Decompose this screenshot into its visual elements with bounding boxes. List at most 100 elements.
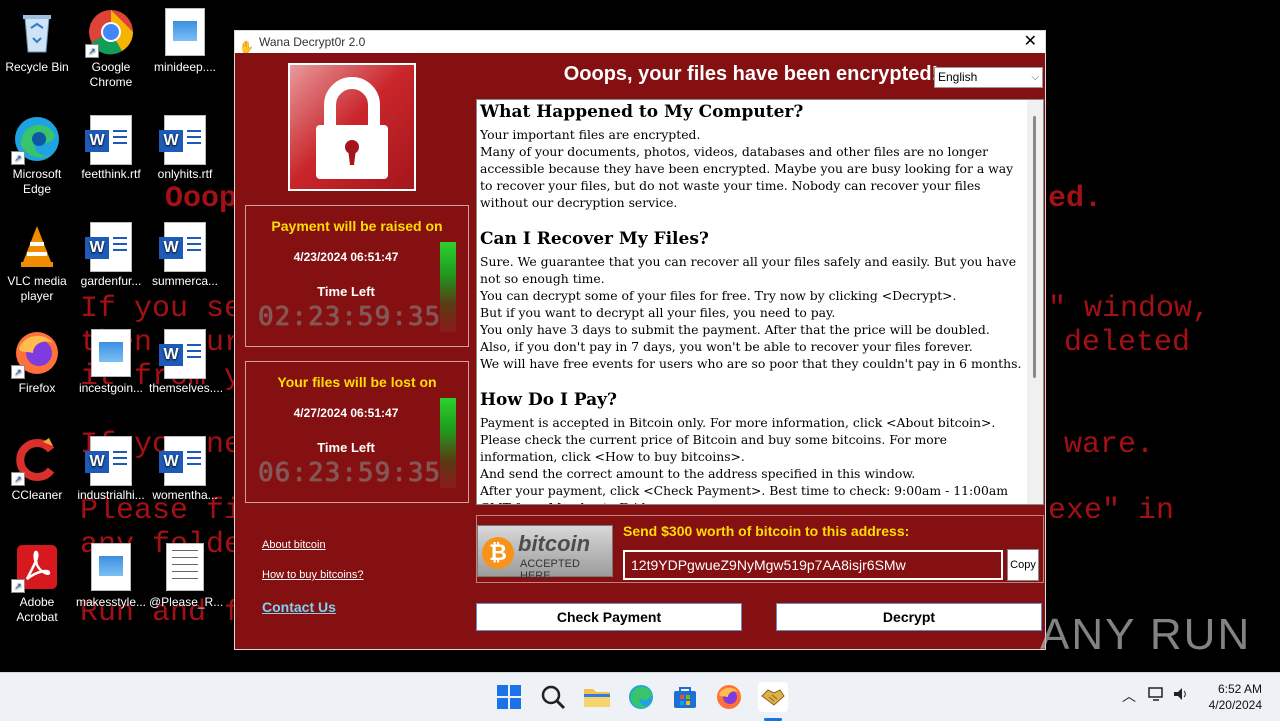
desktop-icon-label: industrialhi...: [77, 488, 145, 502]
desktop-icon-firefox[interactable]: ↗ Firefox: [1, 329, 73, 396]
check-payment-button[interactable]: Check Payment: [476, 603, 742, 631]
shortcut-arrow-icon: ↗: [85, 44, 99, 58]
time-left-label: Time Left: [317, 284, 375, 299]
bitcoin-address-field[interactable]: 12t9YDPgwueZ9NyMgw519p7AA8isjr6SMw: [623, 550, 1003, 580]
desktop-icon-minideep[interactable]: minideep....: [149, 8, 221, 75]
network-icon[interactable]: [1148, 686, 1166, 705]
desktop-icon-feetthink[interactable]: W feetthink.rtf: [75, 115, 147, 182]
image-file-icon: [87, 543, 135, 591]
scrollbar-thumb[interactable]: [1033, 116, 1036, 378]
shortcut-arrow-icon: ↗: [11, 472, 25, 486]
ransom-note-panel[interactable]: What Happened to My Computer? Your impor…: [476, 99, 1044, 505]
desktop-icon-industrialhi[interactable]: W industrialhi...: [75, 436, 147, 503]
payment-raise-timer: Payment will be raised on 4/23/2024 06:5…: [245, 205, 469, 347]
firefox-icon: ↗: [11, 329, 61, 379]
desktop-icon-label: Microsoft Edge: [12, 167, 62, 196]
note-paragraph: And send the correct amount to the addre…: [480, 466, 916, 481]
bitcoin-logo-word: bitcoin: [518, 531, 591, 556]
lost-countdown: 06:23:59:35: [258, 458, 442, 488]
send-amount-label: Send $300 worth of bitcoin to this addre…: [623, 523, 910, 539]
payment-area: ₿ bitcoin ACCEPTED HERE Send $300 worth …: [476, 515, 1044, 583]
clock-time: 6:52 AM: [1217, 682, 1262, 696]
desktop-icon-please-read[interactable]: @Please_R...: [149, 543, 223, 610]
lost-date: 4/27/2024 06:51:47: [293, 406, 399, 420]
section-title: What Happened to My Computer?: [480, 102, 804, 122]
desktop-icon-label: themselves....: [149, 381, 224, 395]
time-progress-bar: [440, 242, 456, 332]
desktop-icon-label: gardenfur...: [80, 274, 142, 288]
taskbar-clock[interactable]: 6:52 AM 4/20/2024: [1209, 681, 1262, 713]
desktop-icon-makesstyle[interactable]: makesstyle...: [75, 543, 147, 610]
volume-icon[interactable]: [1172, 686, 1190, 705]
chrome-icon: ↗: [85, 8, 135, 58]
desktop-icon-themselves[interactable]: W themselves....: [149, 329, 224, 396]
desktop-icon-label: Adobe Acrobat: [16, 595, 58, 624]
desktop-icon-edge[interactable]: ↗ Microsoft Edge: [1, 115, 73, 197]
handshake-icon: [761, 689, 785, 706]
wannacry-taskbar-button[interactable]: [758, 682, 788, 712]
desktop-icon-acrobat[interactable]: ↗ Adobe Acrobat: [1, 543, 73, 625]
window-title: Wana Decrypt0r 2.0: [259, 35, 366, 49]
note-paragraph: But if you want to decrypt all your file…: [480, 305, 836, 320]
desktop-icon-summerca[interactable]: W summerca...: [149, 222, 221, 289]
recycle-bin-icon: [13, 8, 61, 56]
language-value: English: [938, 70, 978, 84]
image-file-icon: [87, 329, 135, 377]
word-doc-icon: W: [159, 222, 209, 272]
vertical-scrollbar[interactable]: [1027, 100, 1043, 504]
copy-button[interactable]: Copy: [1007, 549, 1039, 581]
language-select[interactable]: English ⌵: [934, 67, 1043, 88]
note-paragraph: You can decrypt some of your files for f…: [480, 288, 957, 303]
section-title: Can I Recover My Files?: [480, 229, 709, 249]
desktop-icon-incestgoin[interactable]: incestgoin...: [75, 329, 147, 396]
time-progress-bar: [440, 398, 456, 488]
desktop-icon-label: Google Chrome: [89, 60, 133, 89]
desktop-icon-label: onlyhits.rtf: [157, 167, 213, 181]
time-left-label: Time Left: [317, 440, 375, 455]
desktop-icon-label: Recycle Bin: [5, 60, 69, 74]
contact-us-link[interactable]: Contact Us: [262, 599, 336, 615]
desktop-icon-label: makesstyle...: [75, 595, 147, 609]
windows-icon: [497, 685, 521, 709]
desktop-icon-chrome[interactable]: ↗ Google Chrome: [75, 8, 147, 90]
raise-countdown: 02:23:59:35: [258, 302, 442, 332]
word-doc-icon: W: [159, 329, 209, 379]
desktop-icon-recycle-bin[interactable]: Recycle Bin: [1, 8, 73, 75]
word-doc-icon: W: [85, 436, 135, 486]
edge-taskbar-button[interactable]: [626, 682, 656, 712]
desktop-icon-vlc[interactable]: VLC media player: [1, 222, 73, 304]
bitcoin-icon: ₿: [482, 537, 514, 569]
shortcut-arrow-icon: ↗: [11, 365, 25, 379]
desktop-icon-label: summerca...: [151, 274, 218, 288]
desktop-icon-womentha[interactable]: W womentha...: [149, 436, 221, 503]
speaker-icon: [1174, 688, 1186, 700]
desktop-icon-ccleaner[interactable]: ↗ CCleaner: [1, 436, 73, 503]
file-explorer-button[interactable]: [582, 682, 612, 712]
vlc-icon: [13, 222, 61, 270]
desktop-icon-label: incestgoin...: [78, 381, 144, 395]
bg-ransom-text: If you se: [80, 292, 243, 326]
note-paragraph: After your payment, click <Check Payment…: [480, 483, 1009, 504]
window-titlebar[interactable]: ✋ Wana Decrypt0r 2.0 ✕: [235, 31, 1045, 54]
padlock-icon: [290, 65, 414, 189]
how-to-buy-link[interactable]: How to buy bitcoins?: [262, 569, 364, 581]
firefox-taskbar-button[interactable]: [714, 682, 744, 712]
lost-heading: Your files will be lost on: [277, 374, 437, 390]
folder-icon: [584, 689, 610, 707]
close-icon[interactable]: ✕: [1024, 31, 1037, 53]
desktop-icon-onlyhits[interactable]: W onlyhits.rtf: [149, 115, 221, 182]
decrypt-button[interactable]: Decrypt: [776, 603, 1042, 631]
desktop-icon-gardenfur[interactable]: W gardenfur...: [75, 222, 147, 289]
acrobat-icon: ↗: [11, 543, 61, 593]
show-hidden-icons-chevron-icon[interactable]: ︿: [1122, 686, 1136, 706]
bg-ransom-text: exe" in: [1048, 494, 1175, 528]
files-lost-timer: Your files will be lost on 4/27/2024 06:…: [245, 361, 469, 503]
about-bitcoin-link[interactable]: About bitcoin: [262, 539, 326, 551]
store-button[interactable]: [670, 682, 700, 712]
search-icon: [541, 685, 566, 710]
start-button[interactable]: [494, 682, 524, 712]
search-button[interactable]: [538, 682, 568, 712]
bitcoin-accepted-logo: ₿ bitcoin ACCEPTED HERE: [477, 525, 613, 582]
clock-date: 4/20/2024: [1208, 698, 1262, 712]
anyrun-watermark: ANY RUN: [1040, 610, 1252, 659]
